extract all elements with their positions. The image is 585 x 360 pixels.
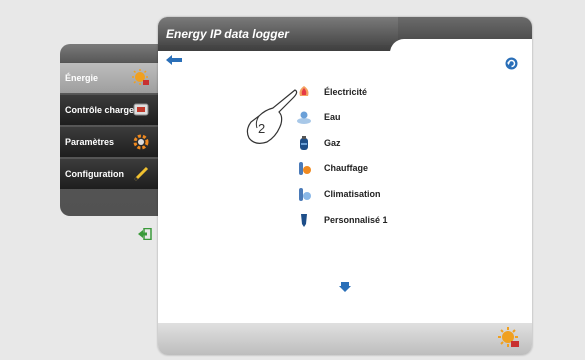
energy-item-label: Chauffage [324, 163, 369, 173]
page-title: Energy IP data logger [166, 27, 289, 41]
main-panel: Energy IP data logger Électricité Eau Ga… [158, 17, 532, 355]
energy-icon [132, 69, 149, 85]
sidebar-item-label: Contrôle charges [65, 105, 140, 115]
sidebar-item-label: Configuration [65, 169, 124, 179]
sidebar-item-controle-charges[interactable]: Contrôle charges [60, 94, 160, 125]
scroll-down-icon[interactable] [338, 279, 352, 293]
header-notch [390, 39, 532, 53]
energy-item-label: Gaz [324, 138, 341, 148]
panel-footer [158, 323, 532, 355]
sidebar-item-energie[interactable]: Énergie [60, 62, 160, 93]
energy-item-climatisation[interactable]: Climatisation [296, 185, 381, 203]
back-arrow-icon[interactable] [166, 55, 182, 65]
side-menu: Énergie Contrôle charges Paramètres Conf… [60, 44, 160, 216]
refresh-icon[interactable] [505, 57, 518, 70]
panel-header: Energy IP data logger [158, 17, 532, 53]
energy-icon[interactable] [498, 327, 520, 349]
sidebar-item-label: Paramètres [65, 137, 115, 147]
pointing-hand-icon [246, 89, 298, 144]
energy-item-label: Électricité [324, 87, 368, 97]
load-control-icon [133, 103, 149, 116]
step-number: 2 [258, 121, 266, 136]
energy-item-personnalise-1[interactable]: Personnalisé 1 [296, 211, 388, 229]
gear-icon [133, 134, 149, 150]
energy-item-label: Climatisation [324, 189, 381, 199]
sidebar-item-parametres[interactable]: Paramètres [60, 126, 160, 157]
screen: Énergie Contrôle charges Paramètres Conf… [0, 0, 585, 360]
energy-item-chauffage[interactable]: Chauffage [296, 159, 368, 177]
exit-icon[interactable] [138, 228, 152, 240]
energy-item-label: Eau [324, 112, 341, 122]
energy-item-electricite[interactable]: Électricité [296, 83, 367, 101]
energy-item-label: Personnalisé 1 [324, 215, 388, 225]
air-conditioning-icon [299, 188, 311, 201]
sidebar-item-label: Énergie [65, 73, 99, 83]
heating-icon [299, 162, 311, 175]
custom-icon [301, 214, 307, 227]
sidebar-item-configuration[interactable]: Configuration [60, 158, 160, 189]
pencil-icon [133, 166, 149, 182]
